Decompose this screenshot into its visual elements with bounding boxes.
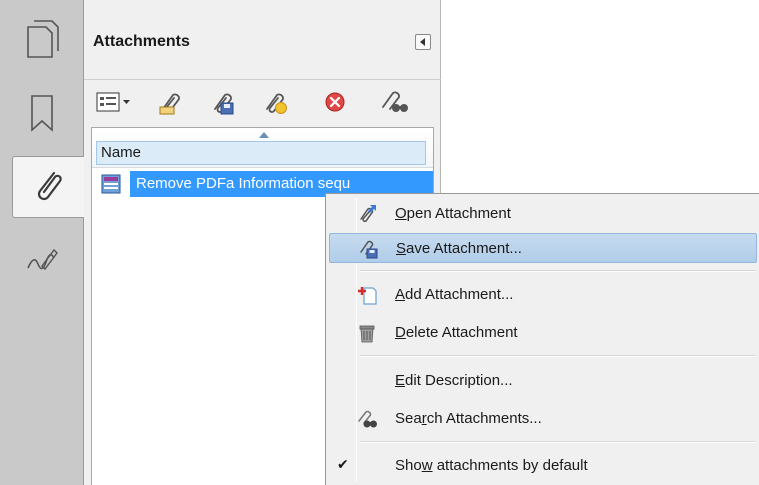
panel-header: Attachments	[84, 0, 441, 80]
collapse-panel-button[interactable]	[415, 34, 431, 50]
menu-item-label: Search Attachments...	[395, 410, 542, 427]
menu-item-label: Edit Description...	[395, 372, 513, 389]
menu-item-label: Delete Attachment	[395, 324, 518, 341]
context-menu: Open Attachment Save Attachment... Add A…	[325, 193, 759, 485]
add-attachment-icon	[266, 93, 287, 114]
panel-title: Attachments	[93, 33, 190, 50]
bookmarks-button[interactable]	[10, 82, 74, 144]
delete-icon	[325, 92, 345, 112]
menu-item-save-attachment[interactable]: Save Attachment...	[329, 233, 757, 263]
add-attachment-tool[interactable]	[260, 88, 290, 116]
column-name[interactable]: Name	[96, 141, 426, 165]
checkmark-icon: ✔	[337, 456, 349, 472]
pages-icon	[27, 20, 59, 58]
list-header: Name	[92, 128, 433, 168]
menu-item-delete-attachment[interactable]: Delete Attachment	[329, 318, 757, 348]
search-attachments-icon	[382, 91, 408, 112]
save-attachment-icon	[358, 239, 378, 259]
search-attachments-icon	[357, 409, 377, 429]
bookmark-icon	[31, 95, 53, 132]
open-attachment-tool[interactable]	[156, 88, 186, 116]
pages-button[interactable]	[10, 8, 74, 70]
paperclip-icon	[37, 171, 62, 201]
menu-item-search-attachments[interactable]: Search Attachments...	[329, 404, 757, 434]
search-attachments-tool[interactable]	[378, 88, 410, 116]
attachments-button[interactable]	[12, 156, 85, 218]
menu-item-label: Add Attachment...	[395, 286, 514, 303]
options-menu-button[interactable]	[96, 88, 134, 116]
signatures-button[interactable]	[10, 228, 74, 290]
sort-ascending-icon	[259, 132, 269, 138]
menu-separator	[360, 270, 755, 272]
menu-item-edit-description[interactable]: Edit Description...	[329, 366, 757, 396]
open-attachment-icon	[159, 93, 180, 115]
chevron-left-icon	[420, 38, 425, 46]
save-attachment-tool[interactable]	[208, 88, 238, 116]
attachments-toolbar	[84, 80, 441, 124]
navigation-rail	[0, 0, 85, 485]
signature-icon	[27, 248, 58, 271]
save-attachment-icon	[214, 93, 234, 115]
menu-separator	[360, 441, 755, 443]
open-attachment-icon	[357, 204, 377, 224]
menu-item-show-attachments-by-default[interactable]: ✔ Show attachments by default	[329, 451, 757, 481]
menu-separator	[360, 355, 755, 357]
trash-icon	[357, 323, 377, 343]
menu-item-open-attachment[interactable]: Open Attachment	[329, 199, 757, 229]
delete-attachment-tool[interactable]	[320, 88, 350, 116]
menu-item-label: Open Attachment	[395, 205, 511, 222]
menu-item-add-attachment[interactable]: Add Attachment...	[329, 280, 757, 310]
options-list-icon	[96, 92, 130, 112]
menu-item-label: Show attachments by default	[395, 457, 588, 474]
add-attachment-icon	[357, 285, 377, 305]
file-icon	[101, 174, 121, 194]
menu-item-label: Save Attachment...	[396, 240, 522, 257]
